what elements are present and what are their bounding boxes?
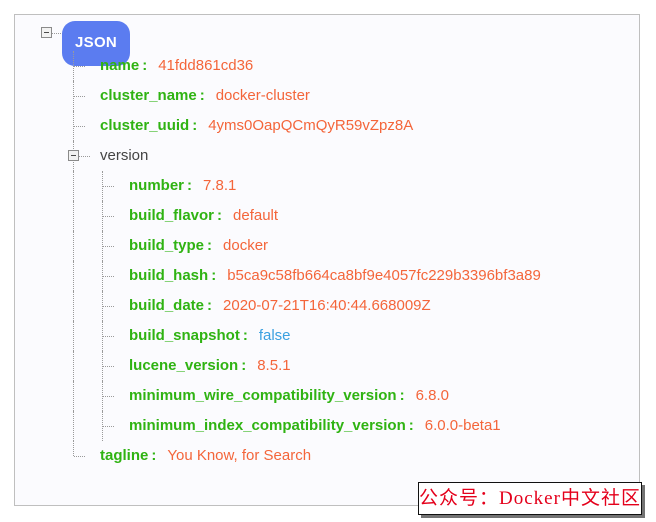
json-row-name[interactable]: name:41fdd861cd36: [15, 51, 639, 81]
tree-connector: [103, 396, 114, 397]
json-row-build-flavor[interactable]: build_flavor: default: [15, 201, 639, 231]
tree-connector: [103, 336, 114, 337]
tree-rail: [73, 441, 75, 456]
json-viewer-panel: JSON name:41fdd861cd36 cluster_name:dock…: [14, 14, 640, 506]
json-value: 41fdd861cd36: [158, 57, 253, 74]
json-key: build_snapshot: [129, 327, 240, 344]
collapse-toggle-icon-version[interactable]: [68, 150, 79, 161]
json-row-minimum-index-compatibility-version[interactable]: minimum_index_compatibility_version:6.0.…: [15, 411, 639, 441]
json-colon: :: [192, 117, 197, 134]
json-key: tagline: [100, 447, 148, 464]
json-colon: :: [400, 387, 405, 404]
json-object-label: version: [100, 147, 148, 164]
tree-connector: [103, 246, 114, 247]
json-value: 6.8.0: [416, 387, 449, 404]
tree-connector: [103, 426, 114, 427]
tree-connector: [74, 126, 85, 127]
json-row-lucene-version[interactable]: lucene_version:8.5.1: [15, 351, 639, 381]
json-value: docker: [223, 237, 268, 254]
tree-connector: [103, 216, 114, 217]
json-key: name: [100, 57, 139, 74]
json-value: 6.0.0-beta1: [425, 417, 501, 434]
json-value: false: [259, 327, 291, 344]
json-colon: :: [200, 87, 205, 104]
json-colon: :: [211, 267, 216, 284]
json-key: build_hash: [129, 267, 208, 284]
json-root-row[interactable]: JSON: [15, 15, 639, 51]
json-value: 4yms0OapQCmQyR59vZpz8A: [208, 117, 413, 134]
tree-connector: [103, 186, 114, 187]
json-value: docker-cluster: [216, 87, 310, 104]
json-row-tagline[interactable]: tagline: You Know, for Search: [15, 441, 639, 471]
json-key: build_date: [129, 297, 204, 314]
json-row-cluster-name[interactable]: cluster_name: docker-cluster: [15, 81, 639, 111]
json-colon: :: [241, 357, 246, 374]
tree-connector: [103, 276, 114, 277]
json-colon: :: [151, 447, 156, 464]
json-colon: :: [142, 57, 147, 74]
tree-connector: [103, 366, 114, 367]
json-row-build-type[interactable]: build_type: docker: [15, 231, 639, 261]
tree-rail: [73, 351, 75, 381]
json-key: build_type: [129, 237, 204, 254]
json-key: cluster_name: [100, 87, 197, 104]
json-value: You Know, for Search: [167, 447, 311, 464]
tree-rail: [73, 201, 75, 231]
tree-rail: [73, 291, 75, 321]
json-key: minimum_wire_compatibility_version: [129, 387, 397, 404]
json-tree: JSON name:41fdd861cd36 cluster_name:dock…: [15, 15, 639, 471]
json-colon: :: [207, 297, 212, 314]
json-colon: :: [409, 417, 414, 434]
json-colon: :: [207, 237, 212, 254]
json-value: 2020-07-21T16:40:44.668009Z: [223, 297, 431, 314]
collapse-toggle-icon-root[interactable]: [41, 27, 52, 38]
json-key: lucene_version: [129, 357, 238, 374]
tree-rail: [73, 321, 75, 351]
json-row-cluster-uuid[interactable]: cluster_uuid:4yms0OapQCmQyR59vZpz8A: [15, 111, 639, 141]
json-row-version[interactable]: version: [15, 141, 639, 171]
json-row-minimum-wire-compatibility-version[interactable]: minimum_wire_compatibility_version:6.8.0: [15, 381, 639, 411]
tree-connector: [79, 156, 90, 157]
tree-rail: [73, 411, 75, 441]
tree-connector: [74, 456, 85, 457]
tree-rail: [73, 171, 75, 201]
json-value: default: [233, 207, 278, 224]
tree-connector: [103, 306, 114, 307]
tree-connector: [74, 96, 85, 97]
json-row-build-date[interactable]: build_date:2020-07-21T16:40:44.668009Z: [15, 291, 639, 321]
json-key: build_flavor: [129, 207, 214, 224]
json-key: minimum_index_compatibility_version: [129, 417, 406, 434]
json-colon: :: [187, 177, 192, 194]
json-colon: :: [217, 207, 222, 224]
json-value: b5ca9c58fb664ca8bf9e4057fc229b3396bf3a89: [227, 267, 541, 284]
json-value: 7.8.1: [203, 177, 236, 194]
json-row-build-snapshot[interactable]: build_snapshot: false: [15, 321, 639, 351]
watermark-label: 公众号：Docker中文社区: [418, 482, 642, 515]
tree-rail: [73, 231, 75, 261]
json-row-number[interactable]: number:7.8.1: [15, 171, 639, 201]
json-value: 8.5.1: [257, 357, 290, 374]
json-key: cluster_uuid: [100, 117, 189, 134]
json-row-build-hash[interactable]: build_hash: b5ca9c58fb664ca8bf9e4057fc229…: [15, 261, 639, 291]
tree-rail: [73, 261, 75, 291]
tree-rail: [73, 381, 75, 411]
json-colon: :: [243, 327, 248, 344]
json-key: number: [129, 177, 184, 194]
tree-connector: [74, 66, 85, 67]
